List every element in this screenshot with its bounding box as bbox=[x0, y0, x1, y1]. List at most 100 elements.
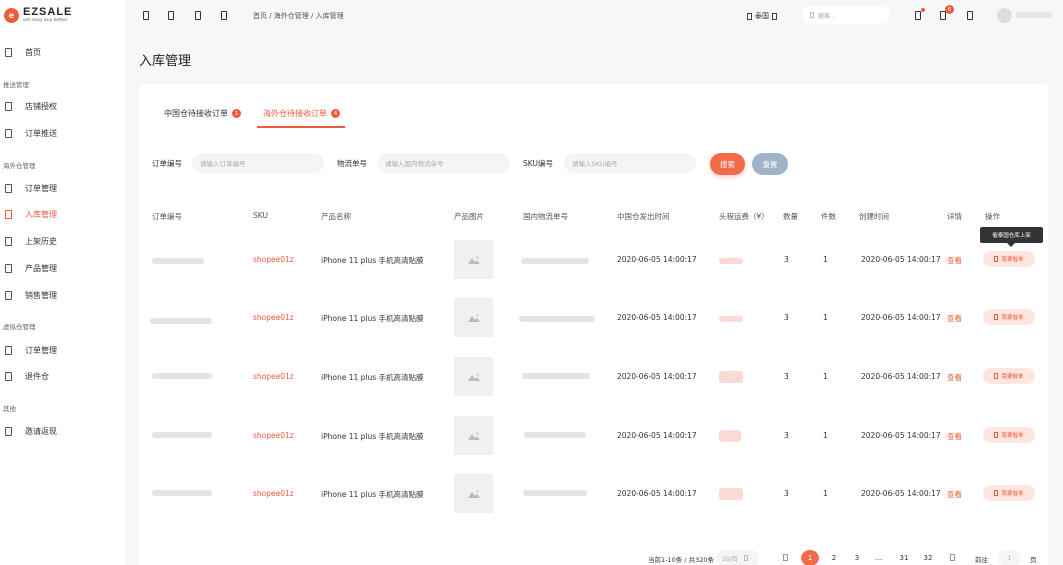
table-row: shopee01z iPhone 11 plus 手机高清贴膜 2020-06-… bbox=[139, 407, 1048, 465]
product-thumbnail[interactable] bbox=[454, 416, 493, 455]
ship-time: 2020-06-05 14:00:17 bbox=[617, 313, 697, 322]
image-placeholder-icon bbox=[467, 255, 480, 264]
product-thumbnail[interactable] bbox=[454, 474, 493, 513]
search-button[interactable]: 搜索 bbox=[710, 153, 745, 175]
view-detail-link[interactable]: 查看 bbox=[947, 255, 962, 266]
chevron-down-icon bbox=[772, 12, 777, 20]
product-name: iPhone 11 plus 手机高清贴膜 bbox=[321, 432, 424, 441]
sidebar-item-overseas-orders[interactable]: 订单管理 bbox=[0, 178, 125, 198]
global-search-input[interactable]: 搜索... bbox=[802, 6, 890, 24]
table-row: shopee01z iPhone 11 plus 手机高清贴膜 2020-06-… bbox=[139, 348, 1048, 406]
table-row: shopee01z iPhone 11 plus 手机高清贴膜 2020-06-… bbox=[139, 465, 1048, 523]
sidebar-item-shelf-history[interactable]: 上架历史 bbox=[0, 231, 125, 251]
sidebar-item-store-auth[interactable]: 店铺授权 bbox=[0, 96, 125, 116]
view-detail-link[interactable]: 查看 bbox=[947, 489, 962, 500]
product-thumbnail[interactable] bbox=[454, 240, 493, 279]
search-icon bbox=[810, 12, 814, 18]
home-shortcut-icon[interactable] bbox=[221, 11, 227, 20]
notification-icon[interactable] bbox=[915, 11, 921, 20]
created-time: 2020-06-05 14:00:17 bbox=[861, 255, 941, 264]
sidebar-item-virtual-orders[interactable]: 订单管理 bbox=[0, 340, 125, 360]
refresh-icon[interactable] bbox=[168, 11, 174, 20]
sku-link[interactable]: shopee01z bbox=[253, 489, 294, 498]
product-thumbnail[interactable] bbox=[454, 357, 493, 396]
urge-order-button[interactable]: 我要催单 bbox=[983, 251, 1035, 267]
urge-order-button[interactable]: 我要催单 bbox=[983, 309, 1035, 325]
next-page-icon[interactable] bbox=[950, 554, 955, 561]
pieces: 1 bbox=[823, 431, 828, 440]
created-time: 2020-06-05 14:00:17 bbox=[861, 313, 941, 322]
menu-toggle-icon[interactable] bbox=[143, 11, 149, 20]
urge-order-button[interactable]: 我要催单 bbox=[983, 427, 1035, 443]
pieces: 1 bbox=[823, 313, 828, 322]
view-detail-link[interactable]: 查看 bbox=[947, 431, 962, 442]
push-icon bbox=[5, 128, 12, 138]
quantity: 3 bbox=[784, 431, 789, 440]
help-icon[interactable] bbox=[967, 11, 973, 20]
page-3[interactable]: 3 bbox=[848, 550, 866, 565]
col-tracking-no: 国内物流单号 bbox=[523, 212, 568, 221]
tracking-no-blurred bbox=[522, 373, 590, 379]
pieces: 1 bbox=[823, 372, 828, 381]
goto-page-input[interactable]: 1 bbox=[998, 550, 1021, 565]
bell-icon bbox=[994, 432, 999, 438]
sidebar-item-home[interactable]: 首页 bbox=[0, 42, 125, 62]
page-31[interactable]: 31 bbox=[895, 550, 913, 565]
page-2[interactable]: 2 bbox=[825, 550, 843, 565]
col-order-no: 订单编号 bbox=[152, 212, 182, 221]
tab-china-warehouse[interactable]: 中国仓待接收订单 1 bbox=[164, 108, 241, 119]
product-name: iPhone 11 plus 手机高清贴膜 bbox=[321, 314, 424, 323]
sales-icon bbox=[5, 290, 12, 300]
sku-link[interactable]: shopee01z bbox=[253, 313, 294, 322]
sidebar-item-inbound[interactable]: 入库管理 bbox=[0, 204, 125, 224]
sidebar-group-overseas: 海外仓管理 bbox=[3, 162, 36, 170]
ship-time: 2020-06-05 14:00:17 bbox=[617, 255, 697, 264]
sidebar-item-returns[interactable]: 退件仓 bbox=[0, 366, 125, 386]
order-no-label: 订单编号 bbox=[152, 159, 182, 168]
view-detail-link[interactable]: 查看 bbox=[947, 313, 962, 324]
language-selector[interactable]: 泰国 bbox=[747, 11, 777, 21]
col-quantity: 数量 bbox=[783, 212, 798, 221]
product-thumbnail[interactable] bbox=[454, 298, 493, 337]
sidebar-item-referral[interactable]: 邀请返现 bbox=[0, 421, 125, 441]
sidebar-group-virtual: 虚拟仓管理 bbox=[3, 323, 36, 331]
table-row: shopee01z iPhone 11 plus 手机高清贴膜 2020-06-… bbox=[139, 231, 1048, 289]
fullscreen-icon[interactable] bbox=[195, 11, 201, 20]
avatar[interactable] bbox=[997, 8, 1012, 23]
sidebar-item-order-push[interactable]: 订单推送 bbox=[0, 123, 125, 143]
urge-order-button[interactable]: 我要催单 bbox=[983, 368, 1035, 384]
freight-blurred bbox=[719, 316, 743, 322]
page-size-select[interactable]: 10/页 bbox=[716, 550, 759, 565]
tracking-no-label: 物流单号 bbox=[337, 159, 367, 168]
logo[interactable]: e EZSALE sell easy buy better bbox=[0, 0, 125, 30]
sku-link[interactable]: shopee01z bbox=[253, 372, 294, 381]
sku-input[interactable]: 请输入SKU编号 bbox=[564, 153, 696, 173]
tracking-no-blurred bbox=[523, 490, 587, 496]
created-time: 2020-06-05 14:00:17 bbox=[861, 489, 941, 498]
tracking-no-input[interactable]: 请输入国内物流单号 bbox=[377, 153, 510, 173]
reset-button[interactable]: 重置 bbox=[752, 153, 788, 175]
image-placeholder-icon bbox=[467, 313, 480, 322]
sku-link[interactable]: shopee01z bbox=[253, 255, 294, 264]
created-time: 2020-06-05 14:00:17 bbox=[861, 372, 941, 381]
sidebar-item-products[interactable]: 产品管理 bbox=[0, 258, 125, 278]
quantity: 3 bbox=[784, 313, 789, 322]
page-1[interactable]: 1 bbox=[801, 550, 819, 565]
pagination-summary: 当前1-10条 / 共320条 bbox=[648, 556, 714, 564]
ship-time: 2020-06-05 14:00:17 bbox=[617, 372, 697, 381]
freight-blurred bbox=[719, 371, 743, 383]
page-ellipsis[interactable]: ... bbox=[870, 550, 888, 565]
tab-count-badge: 4 bbox=[331, 109, 340, 118]
gift-icon bbox=[5, 426, 12, 436]
urge-order-button[interactable]: 我要催单 bbox=[983, 485, 1035, 501]
page-32[interactable]: 32 bbox=[919, 550, 937, 565]
col-product-image: 产品图片 bbox=[454, 212, 484, 221]
chevron-down-icon bbox=[743, 555, 748, 561]
sidebar-item-sales[interactable]: 销售管理 bbox=[0, 285, 125, 305]
order-no-input[interactable]: 请输入订单编号 bbox=[192, 153, 324, 173]
tab-overseas-warehouse[interactable]: 海外仓待接收订单 4 bbox=[263, 108, 340, 119]
order-no-blurred bbox=[150, 318, 212, 324]
view-detail-link[interactable]: 查看 bbox=[947, 372, 962, 383]
sku-link[interactable]: shopee01z bbox=[253, 431, 294, 440]
prev-page-icon[interactable] bbox=[783, 554, 788, 561]
